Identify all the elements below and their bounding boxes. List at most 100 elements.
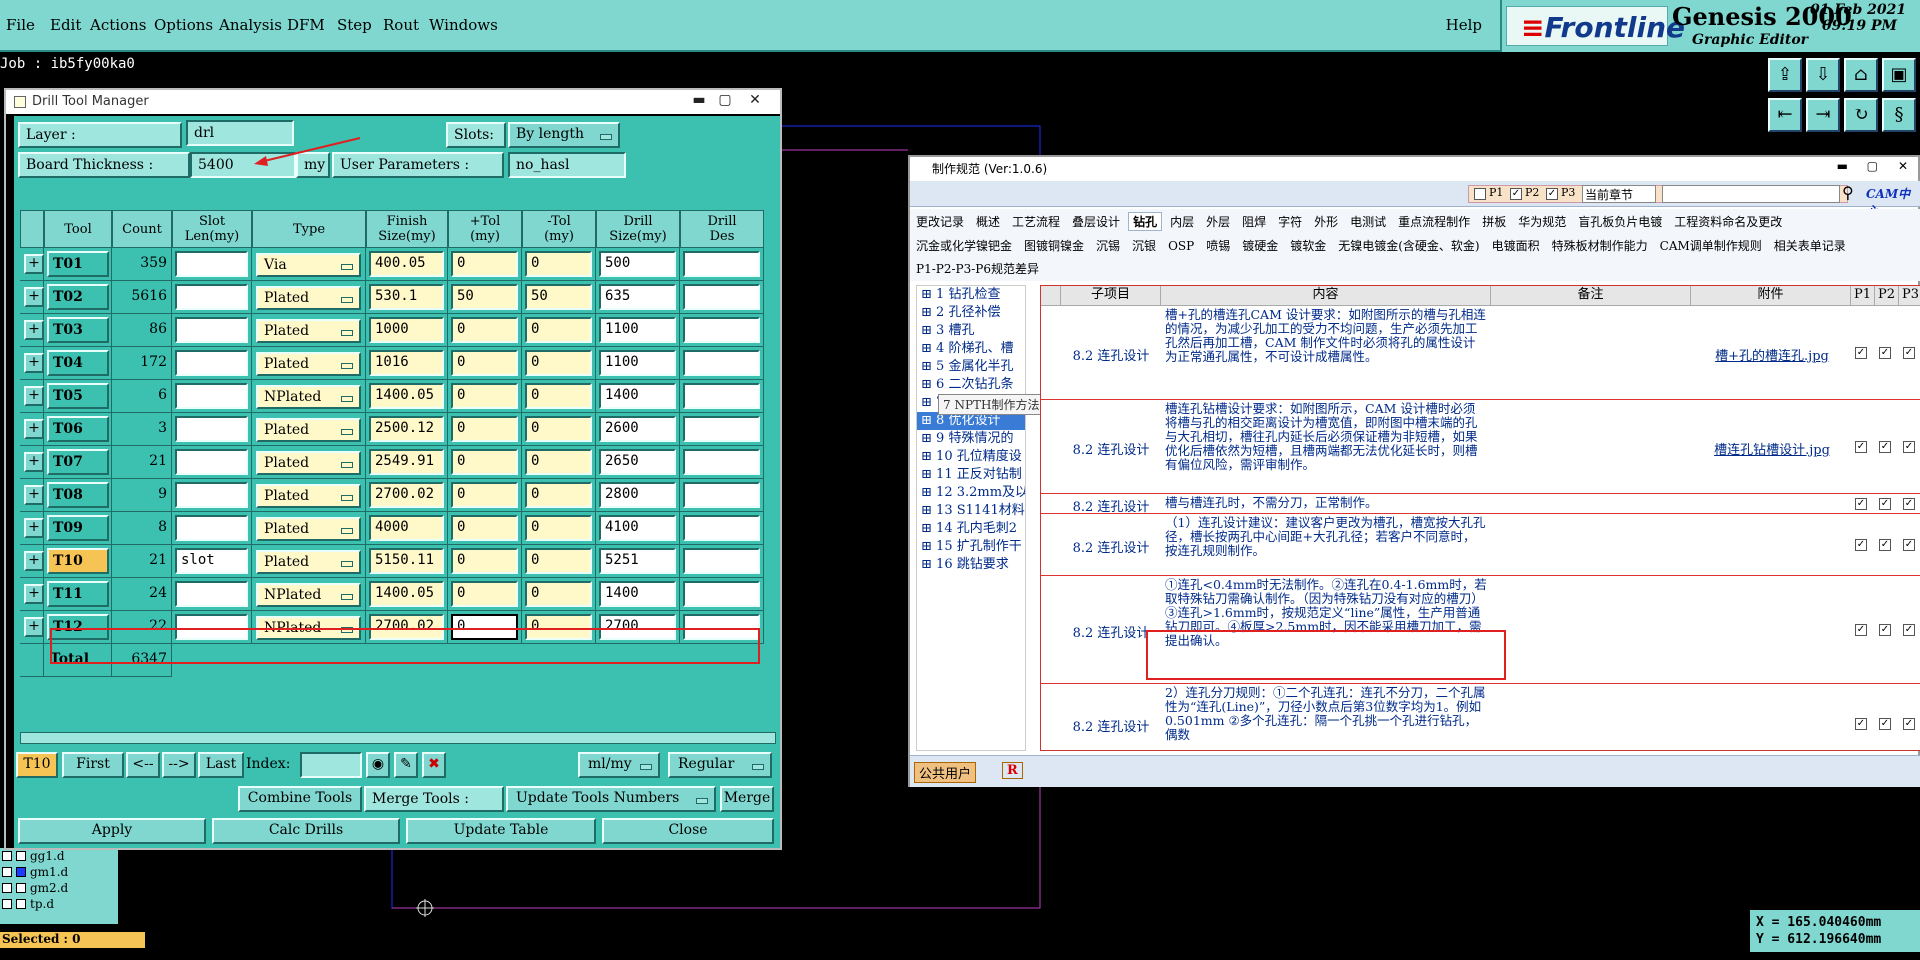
tree-node[interactable]: ⊞ 16 跳钻要求 xyxy=(917,556,1025,574)
tree-node[interactable]: ⊞ 1 钻孔检查 xyxy=(917,286,1025,304)
tree-node[interactable]: ⊞ 15 扩孔制作干 xyxy=(917,538,1025,556)
tree-node[interactable]: ⊞ 10 孔位精度设 xyxy=(917,448,1025,466)
tool-script-icon[interactable]: § xyxy=(1882,98,1916,132)
minus-tol-input[interactable]: 0 xyxy=(525,548,592,574)
tree-node[interactable]: ⊞ 6 二次钻孔条 xyxy=(917,376,1025,394)
close-button[interactable]: Close xyxy=(602,818,774,844)
plus-tol-input[interactable]: 0 xyxy=(451,251,518,277)
spec-tab[interactable]: 镀硬金 xyxy=(1238,237,1282,254)
type-dropdown[interactable]: Plated xyxy=(256,352,361,376)
layer-checkbox[interactable] xyxy=(2,851,12,861)
tool-button[interactable]: T01 xyxy=(47,251,109,277)
tool-home-icon[interactable]: ⌂ xyxy=(1844,58,1878,92)
merge-button[interactable]: Merge xyxy=(720,786,774,812)
tree-expand-icon[interactable]: ⊞ xyxy=(921,377,932,392)
tool-button[interactable]: T05 xyxy=(47,383,109,409)
p2-checkbox[interactable]: ✓ xyxy=(1879,441,1891,453)
spec-tab[interactable]: 概述 xyxy=(972,213,1004,230)
spec-tab[interactable]: 外形 xyxy=(1310,213,1342,230)
edit-icon[interactable]: ✎ xyxy=(394,752,418,778)
type-dropdown[interactable]: Plated xyxy=(256,319,361,343)
drill-size-input[interactable]: 4100 xyxy=(599,515,676,541)
tool-button[interactable]: T07 xyxy=(47,449,109,475)
expand-icon[interactable]: + xyxy=(24,452,44,472)
tree-node[interactable]: ⊞ 2 孔径补偿 xyxy=(917,304,1025,322)
layer-row[interactable]: gm1.d xyxy=(0,864,118,880)
p3-checkbox[interactable]: ✓ xyxy=(1903,347,1915,359)
type-dropdown[interactable]: Plated xyxy=(256,517,361,541)
tree-expand-icon[interactable]: ⊞ xyxy=(921,359,932,374)
layer-field[interactable]: drl xyxy=(186,120,294,146)
drill-size-input[interactable]: 2700 xyxy=(599,614,676,640)
slot-len-input[interactable] xyxy=(175,284,248,310)
tree-expand-icon[interactable]: ⊞ xyxy=(921,485,932,500)
finish-size-input[interactable]: 400.05 xyxy=(369,251,444,277)
tree-node[interactable]: ⊞ 5 金属化半孔 xyxy=(917,358,1025,376)
tree-expand-icon[interactable]: ⊞ xyxy=(921,503,932,518)
spec-tab[interactable]: 叠层设计 xyxy=(1068,213,1124,230)
p2-checkbox[interactable]: ✓ xyxy=(1879,498,1891,510)
p2-checkbox[interactable]: ✓ xyxy=(1879,624,1891,636)
tool-button[interactable]: T09 xyxy=(47,515,109,541)
type-dropdown[interactable]: NPlated xyxy=(256,385,361,409)
minus-tol-input[interactable]: 0 xyxy=(525,251,592,277)
p2-checkbox[interactable]: ✓ xyxy=(1879,718,1891,730)
plus-tol-input[interactable]: 50 xyxy=(451,284,518,310)
spec-tab[interactable]: 沉锡 xyxy=(1092,237,1124,254)
p2-checkbox[interactable]: ✓ xyxy=(1879,539,1891,551)
tool-button[interactable]: T08 xyxy=(47,482,109,508)
expand-icon[interactable]: + xyxy=(24,419,44,439)
plus-tol-input[interactable]: 0 xyxy=(451,548,518,574)
drill-des-input[interactable] xyxy=(683,515,760,541)
spec-tab[interactable]: 拼板 xyxy=(1478,213,1510,230)
unit-dropdown[interactable]: ml/my xyxy=(578,752,660,778)
layer-row[interactable]: gm2.d xyxy=(0,880,118,896)
tool-button[interactable]: T10 xyxy=(47,548,109,574)
filter-p1-checkbox[interactable] xyxy=(1474,188,1486,200)
spec-tab[interactable]: 字符 xyxy=(1274,213,1306,230)
drill-size-input[interactable]: 1100 xyxy=(599,350,676,376)
drill-des-input[interactable] xyxy=(683,383,760,409)
finish-size-input[interactable]: 5150.11 xyxy=(369,548,444,574)
maximize-icon[interactable]: ▢ xyxy=(714,92,736,110)
minimize-icon[interactable]: ▬ xyxy=(688,92,710,110)
type-dropdown[interactable]: Plated xyxy=(256,418,361,442)
minus-tol-input[interactable]: 0 xyxy=(525,416,592,442)
combine-tools-button[interactable]: Combine Tools xyxy=(238,786,362,812)
search-icon[interactable]: ⚲ xyxy=(1842,183,1854,202)
plus-tol-input[interactable]: 0 xyxy=(451,350,518,376)
minus-tol-input[interactable]: 0 xyxy=(525,350,592,376)
spec-tab[interactable]: 内层 xyxy=(1166,213,1198,230)
finish-size-input[interactable]: 2700.02 xyxy=(369,614,444,640)
minus-tol-input[interactable]: 50 xyxy=(525,284,592,310)
p3-checkbox[interactable]: ✓ xyxy=(1903,624,1915,636)
plus-tol-input[interactable]: 0 xyxy=(451,449,518,475)
tree-expand-icon[interactable]: ⊞ xyxy=(921,557,932,572)
spec-tab[interactable]: 喷锡 xyxy=(1202,237,1234,254)
spec-tab[interactable]: 盲孔板负片电镀 xyxy=(1574,213,1666,230)
plus-tol-input[interactable]: 0 xyxy=(451,317,518,343)
expand-icon[interactable]: + xyxy=(24,485,44,505)
mode-dropdown[interactable]: Regular xyxy=(668,752,772,778)
calc-drills-button[interactable]: Calc Drills xyxy=(212,818,400,844)
slot-len-input[interactable] xyxy=(175,614,248,640)
minus-tol-input[interactable]: 0 xyxy=(525,581,592,607)
spec-tab[interactable]: 工程资料命名及更改 xyxy=(1670,213,1786,230)
spec-attachment-link[interactable]: 槽+孔的槽连孔.jpg xyxy=(1693,345,1851,364)
spec-tab[interactable]: 沉银 xyxy=(1128,237,1160,254)
tool-button[interactable]: T11 xyxy=(47,581,109,607)
plus-tol-input[interactable]: 0 xyxy=(451,416,518,442)
plus-tol-input[interactable]: 0 xyxy=(451,515,518,541)
spec-tab[interactable]: 镀软金 xyxy=(1286,237,1330,254)
plus-tol-input[interactable]: 0 xyxy=(451,614,518,640)
type-dropdown[interactable]: NPlated xyxy=(256,616,361,640)
p3-checkbox[interactable]: ✓ xyxy=(1903,718,1915,730)
tree-node[interactable]: ⊞ 4 阶梯孔、槽 xyxy=(917,340,1025,358)
minus-tol-input[interactable]: 0 xyxy=(525,317,592,343)
drill-des-input[interactable] xyxy=(683,416,760,442)
drill-des-input[interactable] xyxy=(683,614,760,640)
slot-len-input[interactable] xyxy=(175,350,248,376)
tool-window-icon[interactable]: ▣ xyxy=(1882,58,1916,92)
board-thickness-field[interactable]: 5400 xyxy=(190,152,296,178)
expand-icon[interactable]: + xyxy=(24,584,44,604)
